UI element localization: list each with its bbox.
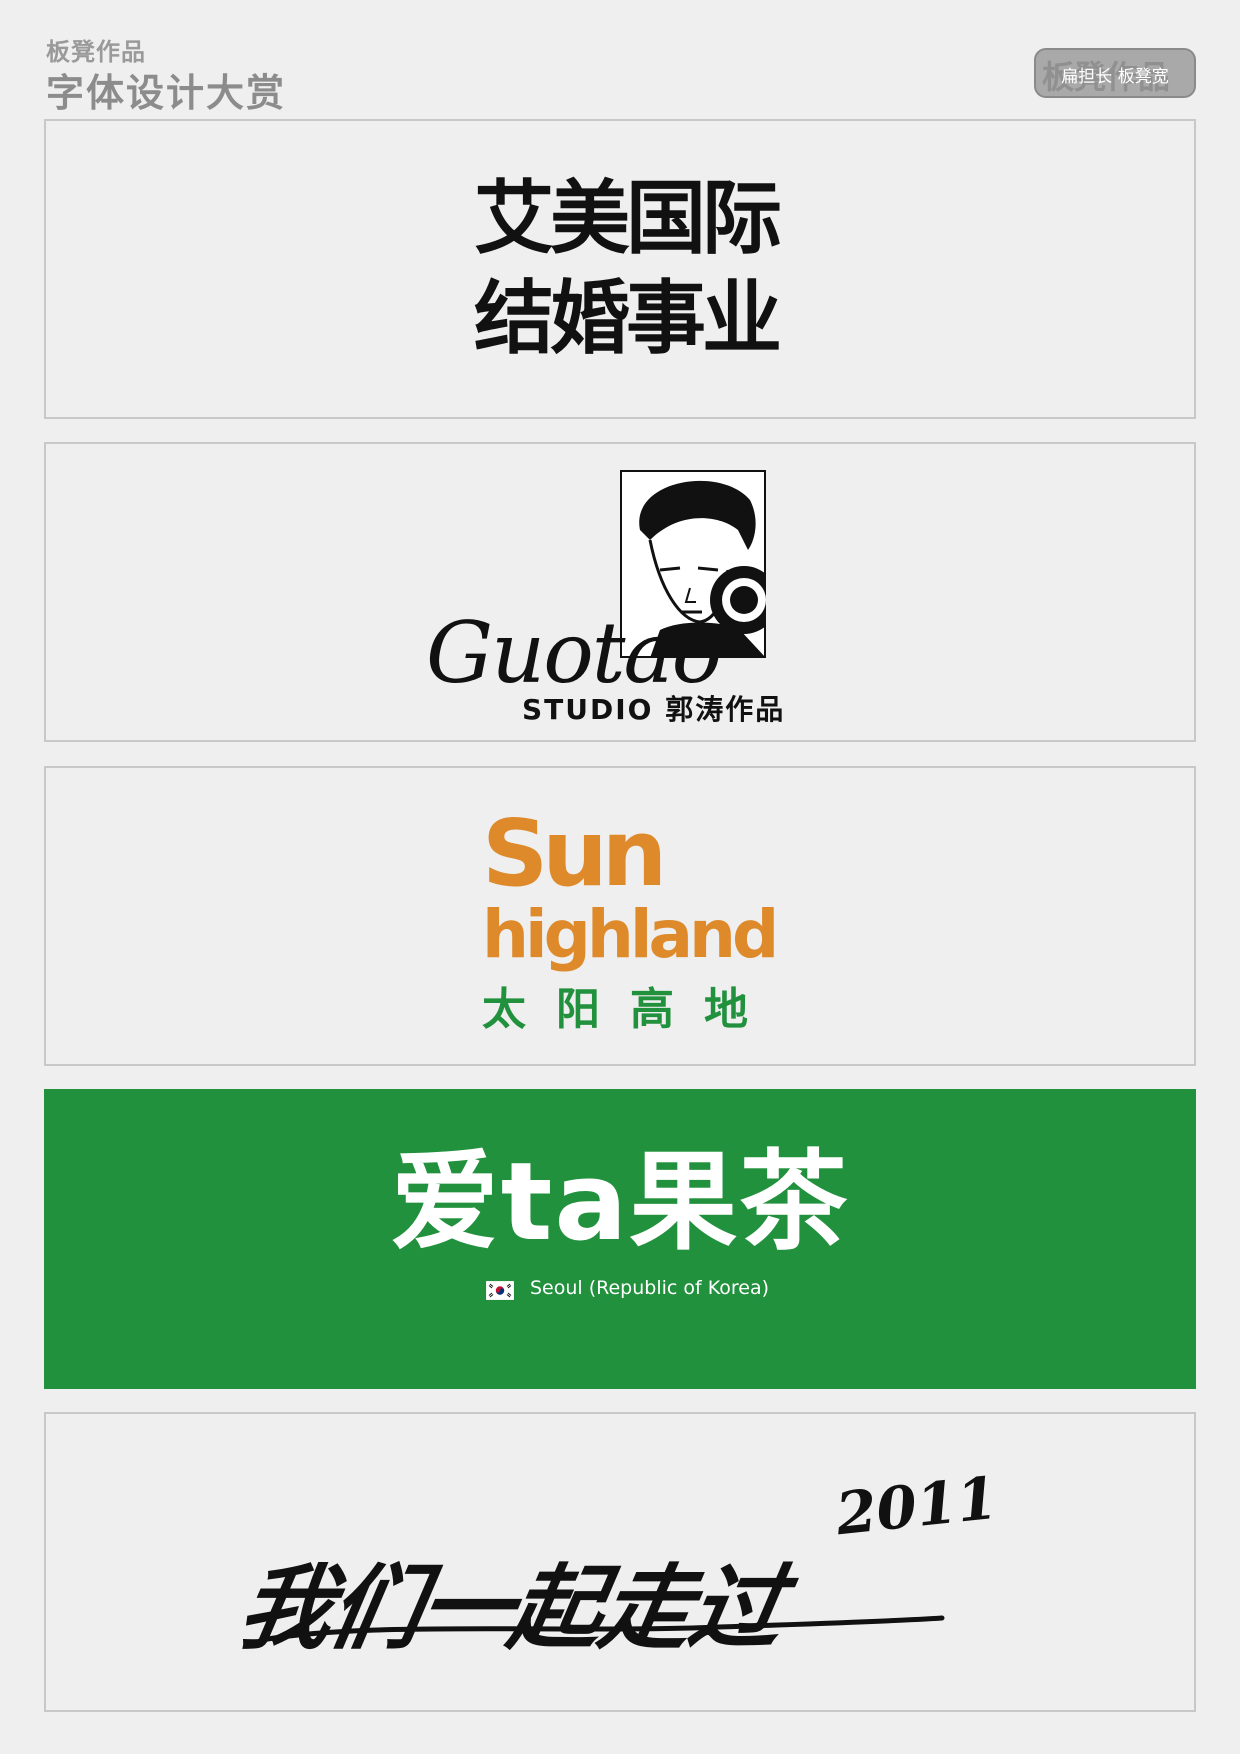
aimei-line-2: 结婚事业: [474, 272, 782, 365]
header-title: 字体设计大赏: [46, 70, 287, 115]
aimei-line-1: 艾美国际: [474, 172, 782, 265]
highland-word: highland: [482, 896, 779, 973]
logo-panel-2011: 2011 我们一起走过: [44, 1412, 1196, 1712]
year-label: 2011: [832, 1463, 1001, 1549]
location-label: Seoul (Republic of Korea): [530, 1277, 770, 1299]
calligraphy-swoosh: [259, 1615, 945, 1643]
sun-word: Sun: [482, 800, 667, 907]
tea-wordmark: 爱ta果茶: [390, 1140, 850, 1265]
author-badge: 板凳作品 扁担长 板凳宽: [1034, 48, 1196, 98]
logo-panel-guotao: Guotao STUDIO 郭涛作品: [44, 442, 1196, 742]
logo-panel-aimei: 艾美国际 结婚事业: [44, 119, 1196, 419]
aimei-wordmark: 艾美国际 结婚事业: [446, 169, 806, 369]
badge-label: 扁担长 板凳宽: [1061, 67, 1169, 87]
korea-flag-icon: [486, 1281, 514, 1300]
logo-panel-sun-highland: Sun highland 太阳高地: [44, 766, 1196, 1066]
logo-panel-tea: 爱ta果茶 Seoul (Republic of Korea): [44, 1089, 1196, 1389]
studio-caption: STUDIO 郭涛作品: [522, 693, 786, 726]
sun-highland-chinese: 太阳高地: [482, 984, 778, 1035]
